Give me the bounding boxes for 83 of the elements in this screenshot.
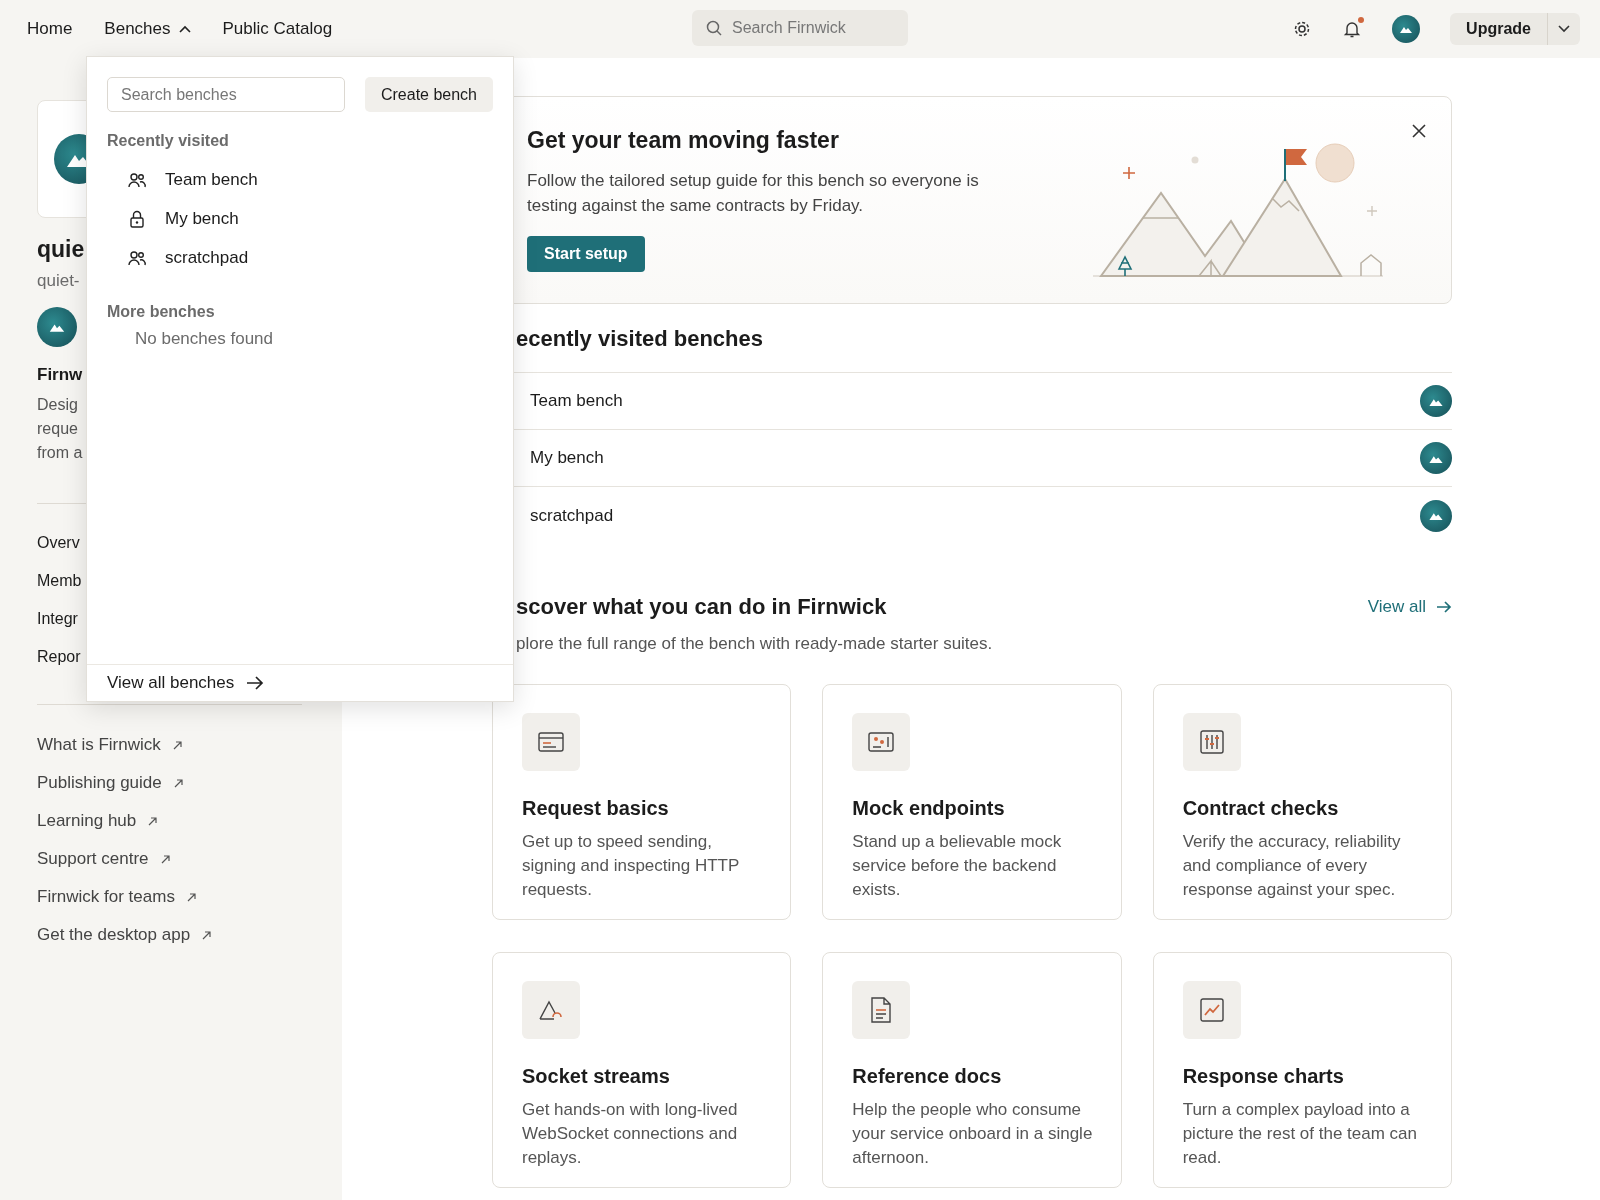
arrow-right-icon — [246, 676, 265, 690]
external-link[interactable]: Learning hub — [37, 811, 158, 831]
section-subtitle: plore the full range of the bench with ready-made starter suites. — [515, 634, 994, 654]
home-link[interactable]: Home — [27, 19, 73, 39]
document-icon — [870, 997, 893, 1023]
org-avatar-icon — [37, 307, 77, 347]
section-heading: ecently visited benches — [515, 326, 764, 352]
workspace-name: quie — [37, 236, 85, 263]
card-text: Verify the accuracy, reliability and compliance of every response against your spec. — [1182, 831, 1402, 901]
starter-card[interactable]: Contract checks Verify the accuracy, reliability and compliance of every response against your spec. — [1152, 684, 1452, 920]
card-text: Get up to speed sending, signing and inspecting HTTP requests. — [522, 831, 741, 901]
card-title: Reference docs — [852, 1065, 1003, 1088]
start-setup-button[interactable]: Start setup — [527, 236, 645, 272]
upgrade-button[interactable]: Upgrade — [1450, 13, 1547, 45]
workspace-handle: quiet- — [37, 271, 80, 291]
external-link[interactable]: What is Firnwick — [37, 735, 182, 755]
bench-search-field[interactable]: Search benches — [107, 77, 345, 112]
lock-icon — [127, 209, 147, 228]
bench-row[interactable]: scratchpad — [492, 487, 1452, 544]
sidebar-nav-item[interactable]: Memb — [37, 572, 82, 590]
starter-card[interactable]: Request basics Get up to speed sending, signing and inspecting HTTP requests. — [492, 684, 792, 920]
starter-card[interactable]: Response charts Turn a complex payload into a picture the rest of the team can read. — [1152, 952, 1452, 1188]
card-text: Turn a complex payload into a picture the rest of the team can read. — [1182, 1099, 1418, 1169]
card-title: Request basics — [522, 797, 670, 820]
upgrade-options-button[interactable] — [1547, 13, 1580, 45]
menu-section-heading: More benches — [106, 303, 216, 321]
org-description-line: from a — [37, 443, 83, 463]
org-description-line: Desig — [37, 395, 78, 415]
starter-card[interactable]: Socket streams Get hands-on with long-lived WebSocket connections and replays. — [492, 952, 792, 1188]
external-arrow-icon — [202, 930, 212, 940]
banner-text: Follow the tailored setup guide for this bench so everyone is testing against the same contracts by Friday. — [527, 170, 980, 217]
card-title: Contract checks — [1182, 797, 1340, 820]
search-field[interactable]: Search Firnwick — [692, 10, 908, 46]
notifications-icon[interactable] — [1342, 19, 1363, 39]
people-icon — [127, 249, 147, 266]
org-name: Firnw — [37, 365, 83, 385]
bench-avatar-icon — [1420, 499, 1452, 532]
line-chart-icon — [1199, 998, 1224, 1022]
caret-icon — [178, 25, 191, 33]
sliders-icon — [1199, 730, 1224, 754]
starter-card[interactable]: Mock endpoints Stand up a believable mock service before the backend exists. — [822, 684, 1122, 920]
section-heading: scover what you can do in Firnwick — [515, 594, 887, 620]
bench-menu-item[interactable]: scratchpad — [87, 238, 513, 277]
people-icon — [127, 171, 147, 188]
sidebar-nav-item[interactable]: Overv — [37, 534, 80, 552]
sidebar-nav-item[interactable]: Integr — [37, 610, 78, 628]
external-arrow-icon — [160, 854, 170, 864]
external-link[interactable]: Support centre — [37, 849, 170, 869]
sidebar-nav-item[interactable]: Repor — [37, 648, 81, 666]
menu-section-heading: Recently visited — [106, 132, 230, 150]
external-link[interactable]: Publishing guide — [37, 773, 183, 793]
arrow-right-icon — [1436, 601, 1452, 613]
starter-card[interactable]: Reference docs Help the people who consume your service onboard in a single afternoon. — [822, 952, 1122, 1188]
external-arrow-icon — [186, 892, 196, 902]
external-arrow-icon — [173, 778, 183, 788]
external-link[interactable]: Firnwick for teams — [37, 887, 196, 907]
card-title: Mock endpoints — [852, 797, 1006, 820]
card-text: Help the people who consume your service onboard in a single afternoon. — [852, 1099, 1093, 1169]
bench-menu-item[interactable]: My bench — [87, 199, 513, 238]
card-text: Get hands-on with long-lived WebSocket connections and replays. — [522, 1099, 739, 1169]
view-all-benches-link[interactable]: View all benches — [107, 673, 265, 693]
view-all-link[interactable]: View all — [1367, 597, 1452, 617]
image-frame-icon — [868, 731, 895, 753]
card-title: Response charts — [1182, 1065, 1345, 1088]
public-catalog-link[interactable]: Public Catalog — [222, 19, 333, 39]
card-title: Socket streams — [522, 1065, 671, 1088]
empty-message: No benches found — [134, 329, 274, 349]
external-arrow-icon — [148, 816, 158, 826]
window-icon — [538, 731, 564, 753]
bench-avatar-icon — [1420, 442, 1452, 474]
banner-title: Get your team moving faster — [527, 127, 840, 154]
create-bench-button[interactable]: Create bench — [364, 77, 493, 112]
chevron-down-icon — [1558, 25, 1570, 33]
external-link[interactable]: Get the desktop app — [37, 925, 212, 945]
triangle-icon — [538, 999, 564, 1021]
bench-menu-item[interactable]: Team bench — [87, 160, 513, 199]
close-icon[interactable] — [1411, 123, 1427, 139]
benches-menu-link[interactable]: Benches — [104, 19, 191, 39]
avatar-icon[interactable] — [1392, 15, 1421, 43]
card-text: Stand up a believable mock service before the backend exists. — [852, 831, 1063, 901]
bench-avatar-icon — [1420, 385, 1452, 417]
external-arrow-icon — [172, 740, 182, 750]
org-description-line: reque — [37, 419, 78, 439]
